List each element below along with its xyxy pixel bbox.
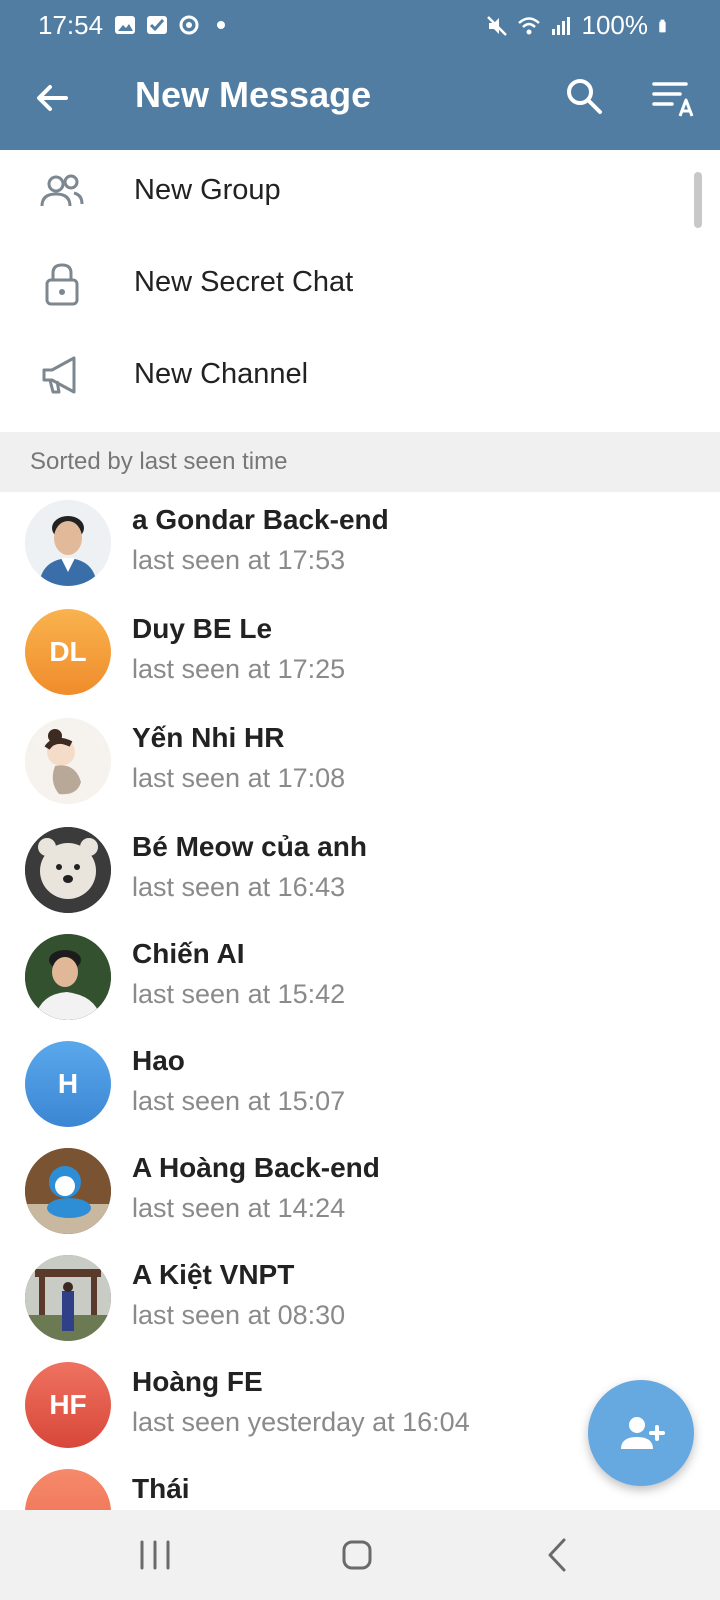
contact-name: Hoàng FE [132,1366,263,1397]
contact-row[interactable]: Yến Nhi HR last seen at 17:08 [0,706,720,815]
mute-icon [486,15,507,36]
contact-status: last seen at 15:07 [132,1086,346,1116]
avatar [25,500,111,586]
contact-name: Yến Nhi HR [132,722,285,753]
avatar [25,1148,111,1234]
contact-row[interactable]: A Hoàng Back-end last seen at 14:24 [0,1136,720,1245]
sort-alphabet-icon[interactable] [650,74,698,122]
new-secret-chat-item[interactable]: New Secret Chat [0,238,720,330]
contact-row[interactable]: a Gondar Back-end last seen at 17:53 [0,488,720,597]
contact-row[interactable]: Bé Meow của anh last seen at 16:43 [0,815,720,924]
teddy-bear-icon [25,827,111,913]
contact-name: Thái [132,1473,190,1504]
back-arrow-icon[interactable] [30,76,74,120]
avatar [25,718,111,804]
search-icon[interactable] [562,74,606,118]
scrollbar[interactable] [694,172,702,228]
group-icon [40,174,84,207]
add-person-icon [621,1417,665,1449]
gallery-icon [115,16,135,34]
app-header: 17:54 100% New Message [0,0,720,150]
contact-row[interactable]: H Hao last seen at 15:07 [0,1029,720,1138]
section-header-label: Sorted by last seen time [30,448,288,475]
avatar [25,934,111,1020]
new-channel-item[interactable]: New Channel [0,330,720,422]
contact-name: Chiến AI [132,938,245,969]
page-title: New Message [135,74,372,115]
back-icon[interactable] [534,1530,584,1580]
contact-row[interactable]: Chiến AI last seen at 15:42 [0,922,720,1031]
avatar-initials: H [57,1068,79,1099]
temple-photo-icon [25,1255,111,1341]
avatar: HF [25,1362,111,1448]
wifi-icon [517,16,540,34]
dot-icon [217,21,225,29]
contact-status: last seen at 15:42 [132,979,346,1009]
contact-row[interactable]: DL Duy BE Le last seen at 17:25 [0,597,720,706]
system-nav-bar [0,1510,720,1600]
contact-status: last seen at 17:08 [132,763,346,793]
megaphone-icon [42,356,76,394]
new-secret-chat-label: New Secret Chat [134,266,354,298]
contact-status: last seen at 08:30 [132,1300,346,1330]
avatar [25,1255,111,1341]
contact-name: A Kiệt VNPT [132,1259,295,1290]
recent-apps-icon[interactable] [130,1530,180,1580]
signal-icon [551,16,570,35]
lock-icon [45,263,79,306]
contact-name: Bé Meow của anh [132,831,367,862]
add-contact-button[interactable] [588,1380,694,1486]
new-channel-label: New Channel [134,358,309,390]
sync-icon [179,15,199,35]
contact-status: last seen at 16:43 [132,872,346,902]
avatar: DL [25,609,111,695]
new-group-label: New Group [134,174,281,206]
home-icon[interactable] [332,1530,382,1580]
checkbox-icon [147,16,167,34]
new-group-item[interactable]: New Group [0,146,720,238]
status-bar: 17:54 100% [0,0,720,52]
battery-percent: 100% [581,10,649,40]
contact-row[interactable]: A Kiệt VNPT last seen at 08:30 [0,1243,720,1352]
contact-status: last seen yesterday at 16:04 [132,1407,470,1437]
person-photo-icon [25,500,111,586]
contact-name: Hao [132,1045,185,1076]
status-time: 17:54 [38,10,104,40]
contact-status: last seen at 17:25 [132,654,346,684]
avatar: H [25,1041,111,1127]
cartoon-girl-icon [25,718,111,804]
person-photo-icon [25,934,111,1020]
avatar-initials: DL [49,636,87,667]
battery-icon [659,19,666,32]
avatar [25,827,111,913]
app-bar: New Message [0,62,720,132]
contact-status: last seen at 14:24 [132,1193,346,1223]
doraemon-toy-icon [25,1148,111,1234]
section-header: Sorted by last seen time [0,432,720,492]
avatar-initials: HF [49,1389,87,1420]
contact-name: A Hoàng Back-end [132,1152,380,1183]
contact-status: last seen at 17:53 [132,545,346,575]
contact-name: Duy BE Le [132,613,273,644]
contact-name: a Gondar Back-end [132,504,389,535]
